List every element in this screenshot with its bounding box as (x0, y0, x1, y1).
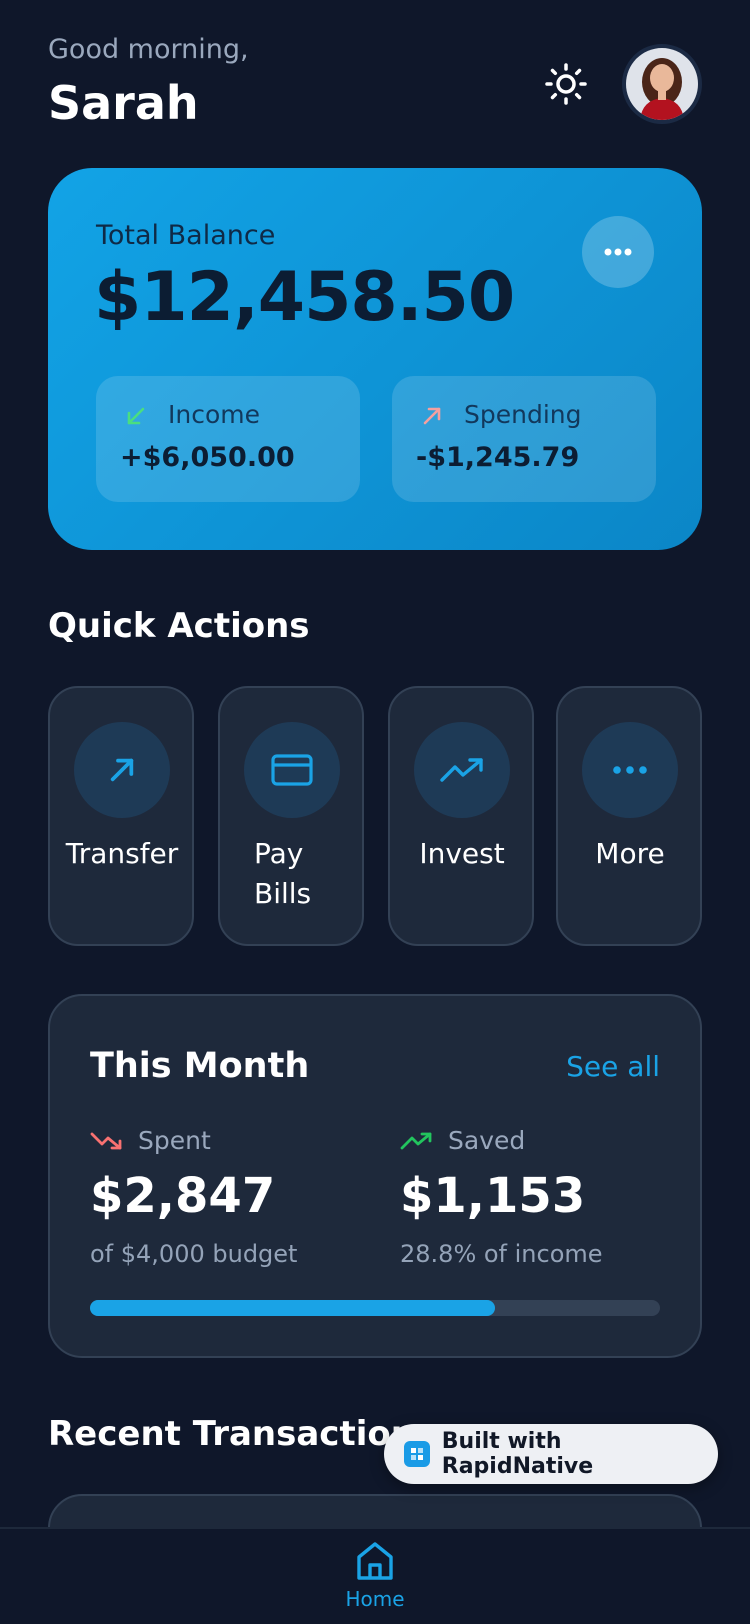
built-with-badge[interactable]: Built with RapidNative (384, 1424, 718, 1484)
saved-income-text: 28.8% of income (400, 1240, 603, 1268)
arrow-up-right-icon (110, 758, 134, 782)
saved-value: $1,153 (400, 1168, 586, 1224)
action-invest[interactable]: Invest (388, 686, 534, 946)
home-screen: Good morning, Sarah Total Balance $12,45… (0, 0, 750, 1624)
theme-toggle-button[interactable] (538, 56, 594, 112)
action-icon-circle (244, 722, 340, 818)
more-dots-icon (604, 248, 632, 256)
saved-label: Saved (448, 1126, 526, 1155)
user-name: Sarah (48, 76, 199, 130)
badge-text: Built with RapidNative (441, 1429, 594, 1479)
income-label: Income (168, 400, 260, 429)
action-icon-circle (414, 722, 510, 818)
trending-up-icon (440, 758, 483, 782)
bottom-nav: Home (0, 1527, 750, 1624)
credit-card-icon (271, 754, 313, 786)
see-all-link[interactable]: See all (566, 1050, 660, 1083)
nav-home-label: Home (345, 1587, 405, 1611)
recent-transactions-title: Recent Transactions (48, 1414, 436, 1454)
action-transfer[interactable]: Transfer (48, 686, 194, 946)
spent-value: $2,847 (90, 1168, 276, 1224)
action-label: Pay Bills (254, 837, 312, 910)
action-label: Invest (419, 837, 505, 870)
arrow-up-right-icon (423, 407, 441, 425)
nav-home-tab[interactable]: Home (325, 1539, 425, 1624)
more-dots-icon (613, 766, 647, 774)
action-icon-circle (582, 722, 678, 818)
income-stat[interactable]: Income +$6,050.00 (96, 376, 360, 502)
balance-options-button[interactable] (582, 216, 654, 288)
home-icon (357, 1542, 393, 1580)
rapidnative-logo-icon (404, 1441, 430, 1467)
profile-photo (626, 48, 698, 120)
spent-label: Spent (138, 1126, 211, 1155)
action-label: Transfer (65, 837, 179, 870)
sun-icon (545, 63, 587, 105)
income-value: +$6,050.00 (120, 442, 295, 473)
this-month-title: This Month (90, 1046, 310, 1086)
greeting-text: Good morning, (48, 34, 249, 65)
balance-amount: $12,458.50 (94, 258, 515, 337)
budget-progress-fill (90, 1300, 495, 1316)
avatar[interactable] (622, 44, 702, 124)
this-month-card: This Month See all Spent $2,847 of $4,00… (48, 994, 702, 1358)
spending-label: Spending (464, 400, 582, 429)
balance-label: Total Balance (96, 220, 276, 251)
balance-card: Total Balance $12,458.50 Income +$6,050.… (48, 168, 702, 550)
spent-budget-text: of $4,000 budget (90, 1240, 298, 1268)
trending-up-icon (400, 1132, 432, 1150)
spending-value: -$1,245.79 (416, 442, 580, 473)
action-label: More (595, 837, 665, 870)
action-more[interactable]: More (556, 686, 702, 946)
quick-actions-title: Quick Actions (48, 606, 310, 646)
action-pay-bills[interactable]: Pay Bills (218, 686, 364, 946)
budget-progress-bar (90, 1300, 660, 1316)
arrow-down-left-icon (127, 407, 145, 425)
trending-down-icon (90, 1132, 122, 1150)
spending-stat[interactable]: Spending -$1,245.79 (392, 376, 656, 502)
action-icon-circle (74, 722, 170, 818)
